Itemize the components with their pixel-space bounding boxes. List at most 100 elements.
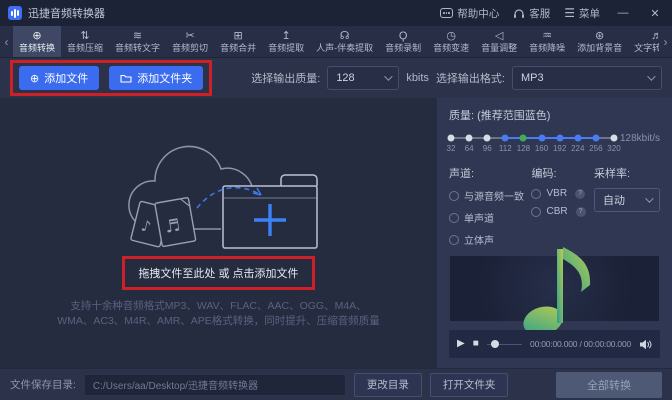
minimize-button[interactable]: — (614, 7, 632, 19)
tab[interactable]: ↥ 音频提取 (262, 26, 310, 57)
tab[interactable]: ⊞ 音频合并 (214, 26, 262, 57)
quality-select-label: 选择输出质量: (251, 73, 321, 85)
settings-panel: 质量: (推荐范围蓝色) 32 64 96 112 128 160 192 224 256 320… (437, 98, 672, 368)
slider-tick[interactable] (610, 134, 618, 142)
supported-formats-text: 支持十余种音频格式MP3、WAV、FLAC、AAC、OGG、M4A、WMA、AC… (57, 300, 380, 327)
change-dir-button[interactable]: 更改目录 (353, 372, 422, 397)
samplerate-select[interactable]: 自动 (594, 188, 660, 212)
tab[interactable]: ≋ 音频转文字 (109, 26, 166, 57)
main-content: ♪ ♬ 拖拽文件至此处 或 点击添加文件 支持十余种音频格式MP3、WAV、FL… (0, 98, 672, 368)
tab-icon: ⇅ (80, 29, 90, 42)
tab-label: 人声-伴奏提取 (316, 42, 374, 53)
tabs-scroll-right-icon[interactable]: › (659, 26, 672, 57)
tab-icon: ≋ (132, 29, 143, 42)
volume-icon[interactable] (639, 339, 652, 350)
encoding-option[interactable]: VBR? (531, 188, 594, 199)
tab-icon: ⊕ (32, 29, 42, 42)
tab[interactable]: ♬文字转语音 (628, 26, 659, 57)
cloud-folder-illustration: ♪ ♬ (127, 145, 318, 249)
tab[interactable]: ⇅ 音频压缩 (61, 26, 109, 57)
tab[interactable]: ⊕ 音频转换 (13, 26, 62, 57)
format-select[interactable]: MP3 (512, 66, 662, 90)
encoding-option[interactable]: CBR? (531, 206, 594, 217)
slider-tick[interactable] (501, 134, 509, 142)
tab-label: 音频降噪 (529, 42, 566, 53)
quality-section-label: 质量: (推荐范围蓝色) (449, 110, 551, 122)
samplerate-label: 采样率: (594, 168, 631, 180)
tab[interactable]: Ϙ 音频录制 (379, 26, 427, 57)
slider-tick[interactable] (538, 134, 546, 142)
slider-tick[interactable] (592, 134, 600, 142)
save-dir-input[interactable] (83, 373, 346, 396)
tab-label: 文字转语音 (634, 42, 659, 53)
top-strip: ⊕ 添加文件 添加文件夹 选择输出质量: 128 kbits 选择输出格式: M… (0, 58, 672, 98)
tab-icon: ✂ (185, 29, 195, 42)
help-bubble-icon (440, 8, 454, 18)
seek-knob[interactable] (490, 340, 499, 348)
annotation-box-add-buttons: ⊕ 添加文件 添加文件夹 (10, 60, 213, 96)
tab-icon: ⊞ (233, 29, 243, 42)
tab-label: 添加背景音 (577, 42, 623, 53)
customer-service-button[interactable]: 客服 (513, 6, 550, 21)
tab-icon: ♬ (651, 30, 659, 43)
slider-tick[interactable] (519, 134, 527, 142)
format-select-value: MP3 (521, 72, 544, 84)
channel-option[interactable]: 与源音频一致 (449, 188, 531, 203)
chevron-down-icon (384, 72, 393, 81)
chevron-down-icon (645, 194, 654, 203)
open-folder-button[interactable]: 打开文件夹 (429, 372, 509, 397)
file-drop-zone[interactable]: ♪ ♬ 拖拽文件至此处 或 点击添加文件 支持十余种音频格式MP3、WAV、FL… (0, 98, 437, 368)
slider-tick-label: 32 (446, 144, 456, 153)
convert-all-button[interactable]: 全部转换 (556, 371, 662, 398)
slider-tick[interactable] (465, 134, 473, 142)
tab-label: 音频提取 (268, 42, 305, 53)
slider-tick[interactable] (556, 134, 564, 142)
tab[interactable]: ◷ 音频变速 (427, 26, 475, 57)
menu-button[interactable]: ☰ 菜单 (564, 6, 600, 21)
quality-select[interactable]: 128 (327, 66, 400, 90)
preview-panel (449, 246, 660, 336)
radio-icon[interactable] (531, 206, 542, 217)
radio-label: 与源音频一致 (464, 192, 524, 203)
slider-tick[interactable] (574, 134, 582, 142)
add-file-button[interactable]: ⊕ 添加文件 (19, 66, 100, 90)
quality-section: 质量: (推荐范围蓝色) 32 64 96 112 128 160 192 224 256 320… (437, 98, 672, 155)
slider-tick[interactable] (447, 134, 455, 142)
radio-icon[interactable] (449, 234, 459, 245)
radio-icon[interactable] (449, 190, 459, 201)
footer-bar: 文件保存目录: 更改目录 打开文件夹 全部转换 (0, 368, 672, 400)
radio-icon[interactable] (531, 188, 542, 199)
slider-tick-label: 112 (498, 144, 512, 153)
radio-label: CBR (546, 206, 568, 217)
app-title: 迅捷音频转换器 (28, 8, 105, 20)
channel-option[interactable]: 单声道 (449, 210, 531, 225)
help-question-icon[interactable]: ? (575, 206, 586, 217)
bitrate-slider[interactable]: 32 64 96 112 128 160 192 224 256 320 (447, 133, 621, 155)
tab-icon: ☊ (339, 29, 350, 42)
help-center-button[interactable]: 帮助中心 (440, 6, 499, 21)
tab[interactable]: ☊ 人声-伴奏提取 (310, 26, 379, 57)
stop-button[interactable]: ■ (473, 339, 479, 349)
close-button[interactable]: ✕ (646, 7, 664, 20)
slider-tick-label: 192 (552, 144, 567, 153)
samplerate-select-value: 自动 (603, 195, 625, 207)
quality-unit-label: kbits (406, 72, 429, 84)
tab[interactable]: ♒ 音频降噪 (523, 26, 571, 57)
slider-tick[interactable] (483, 134, 491, 142)
help-question-icon[interactable]: ? (575, 188, 586, 199)
tab[interactable]: ◁ 音量调整 (475, 26, 523, 57)
seek-slider[interactable] (486, 339, 523, 349)
tab-icon: ⊛ (595, 29, 605, 42)
tab-icon: Ϙ (398, 29, 408, 42)
slider-tick-label: 128 (516, 144, 531, 153)
slider-tick-label: 64 (464, 144, 474, 153)
tab[interactable]: ✂ 音频剪切 (166, 26, 214, 57)
encoding-options: 编码: VBR? CBR? (531, 165, 594, 247)
play-button[interactable]: ▶ (457, 339, 465, 349)
tab-label: 音频合并 (220, 42, 257, 53)
add-folder-button[interactable]: 添加文件夹 (109, 66, 204, 90)
radio-icon[interactable] (449, 212, 459, 223)
tab-label: 音频剪切 (172, 42, 209, 53)
tabs-scroll-left-icon[interactable]: ‹ (0, 26, 13, 57)
tab[interactable]: ⊛ 添加背景音 (571, 26, 628, 57)
